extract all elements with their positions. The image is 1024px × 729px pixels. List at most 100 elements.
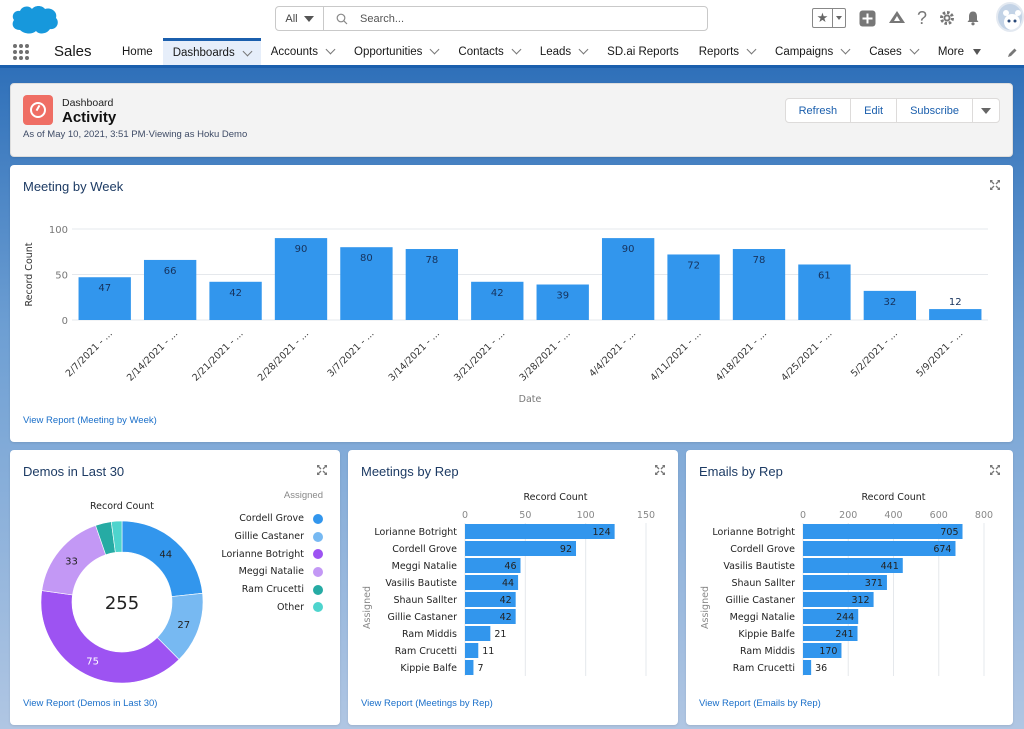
bar-value-label: 441 [881, 561, 899, 572]
donut-legend: Cordell Grove Gillie Castaner Lorianne Bot… [221, 510, 323, 616]
bar-value-label: 124 [592, 527, 610, 538]
bar [465, 643, 479, 658]
widget-title: Demos in Last 30 [23, 464, 125, 479]
y-tick-label: Gillie Castaner [725, 595, 795, 606]
bar-value-label: 32 [883, 297, 896, 308]
nav-tab-campaigns[interactable]: Campaigns [765, 38, 859, 65]
edit-nav-pencil-icon[interactable] [1006, 47, 1020, 61]
bar [465, 626, 491, 641]
nav-tab-leads[interactable]: Leads [530, 38, 597, 65]
legend-label: Cordell Grove [239, 513, 304, 525]
donut-subtitle: Record Count [90, 501, 154, 512]
x-tick-label: 600 [930, 510, 948, 521]
nav-more[interactable]: More [928, 38, 991, 65]
nav-tab-dashboards[interactable]: Dashboards [162, 38, 261, 65]
setup-gear-icon[interactable] [938, 9, 956, 27]
view-report-link[interactable]: View Report (Meetings by Rep) [361, 698, 493, 709]
view-report-link[interactable]: View Report (Meeting by Week) [23, 415, 157, 426]
global-actions-plus-icon[interactable] [858, 9, 876, 27]
chevron-down-icon[interactable] [511, 44, 522, 55]
bar-value-label: 78 [753, 255, 766, 266]
nav-tab-cases[interactable]: Cases [859, 38, 928, 65]
nav-tab-home[interactable]: Home [112, 38, 163, 65]
y-tick-label: Meggi Natalie [392, 561, 458, 572]
expand-icon[interactable] [654, 464, 666, 476]
refresh-button[interactable]: Refresh [786, 99, 852, 122]
edit-button[interactable]: Edit [851, 99, 898, 122]
widget-meeting-by-week: Meeting by Week 0 50 100 47 2/7/2021 - ... 66… [10, 165, 1013, 442]
legend-item[interactable]: Gillie Castaner [221, 528, 323, 546]
chevron-down-icon[interactable] [578, 44, 589, 55]
chevron-down-icon[interactable] [909, 44, 920, 55]
chevron-down-icon[interactable] [429, 44, 440, 55]
legend-item[interactable]: Meggi Natalie [221, 563, 323, 581]
favorites-dropdown-icon[interactable] [833, 9, 845, 27]
x-tick-label: 4/4/2021 - ... [587, 328, 638, 379]
search-scope-dropdown[interactable]: All [276, 7, 324, 30]
y-tick-label: Ram Middis [740, 646, 795, 657]
bar-value-label: 42 [229, 288, 242, 299]
expand-icon[interactable] [989, 464, 1001, 476]
nav-tab-label: Campaigns [775, 45, 834, 58]
search-input[interactable] [360, 12, 660, 25]
bar-value-label: 12 [949, 297, 962, 308]
y-axis-title: Assigned [700, 586, 711, 629]
nav-tab-sd-ai-reports[interactable]: SD.ai Reports [597, 38, 689, 65]
widget-demos-in-last-30: Demos in Last 30 Record Count 44 27 75 33 255… [10, 450, 340, 725]
view-report-link[interactable]: View Report (Demos in Last 30) [23, 698, 157, 709]
nav-tab-opportunities[interactable]: Opportunities [344, 38, 448, 65]
search-field [324, 7, 707, 30]
bar-value-label: 72 [687, 260, 700, 271]
nav-tab-accounts[interactable]: Accounts [261, 38, 344, 65]
caret-down-icon [303, 15, 314, 22]
chevron-down-icon[interactable] [840, 44, 851, 55]
favorites-button[interactable]: ★ [812, 8, 846, 28]
user-avatar[interactable] [996, 2, 1024, 32]
favorites-star-icon[interactable]: ★ [813, 9, 833, 27]
x-tick-label: 2/14/2021 - ... [125, 328, 180, 383]
chevron-down-icon[interactable] [242, 46, 253, 56]
bar-value-label: 44 [502, 578, 514, 589]
bar-value-label: 90 [295, 244, 308, 255]
x-tick-label: 2/28/2021 - ... [256, 328, 311, 383]
dashboard-actions: Refresh Edit Subscribe [784, 98, 1000, 123]
expand-icon[interactable] [989, 179, 1001, 191]
trailhead-icon[interactable] [888, 9, 906, 27]
more-actions-button[interactable] [973, 99, 999, 122]
notifications-bell-icon[interactable] [964, 9, 982, 27]
legend-item[interactable]: Lorianne Botright [221, 545, 323, 563]
global-search: All [275, 6, 708, 31]
x-tick-label: 800 [975, 510, 993, 521]
global-header: All ★ ? [0, 0, 1024, 38]
bar-value-label: 170 [819, 646, 837, 657]
legend-item[interactable]: Other [221, 598, 323, 616]
bar-value-label: 42 [500, 612, 512, 623]
bar-value-label: 11 [482, 646, 494, 657]
meetings-by-rep-chart: Record Count 0 50 100 150 124 Lorianne Botrigh… [362, 492, 655, 676]
salesforce-logo[interactable] [10, 4, 60, 36]
expand-icon[interactable] [316, 464, 328, 476]
chevron-down-icon[interactable] [746, 44, 757, 55]
app-launcher-button[interactable] [0, 38, 42, 65]
demos-donut-chart: Record Count 44 27 75 33 255 [40, 501, 204, 684]
bar-value-label: 47 [98, 283, 111, 294]
x-tick-label: 3/28/2021 - ... [518, 328, 573, 383]
bar-value-label: 46 [504, 561, 516, 572]
legend-item[interactable]: Cordell Grove [221, 510, 323, 528]
meeting-by-week-chart: 0 50 100 47 2/7/2021 - ... 66 2/14/2021 - ... 4… [24, 225, 988, 405]
view-report-link[interactable]: View Report (Emails by Rep) [699, 698, 821, 709]
legend-item[interactable]: Ram Crucetti [221, 581, 323, 599]
legend-title: Assigned [283, 490, 323, 501]
bar-value-label: 39 [556, 291, 569, 302]
y-tick-label: Cordell Grove [730, 544, 795, 555]
search-icon [336, 13, 348, 24]
y-tick-label: Gillie Castaner [387, 612, 457, 623]
nav-tab-reports[interactable]: Reports [689, 38, 765, 65]
chevron-down-icon[interactable] [325, 44, 336, 55]
subscribe-button[interactable]: Subscribe [897, 99, 973, 122]
help-icon[interactable]: ? [913, 8, 931, 28]
y-tick-label: Kippie Balfe [400, 663, 457, 674]
x-tick-label: 200 [839, 510, 857, 521]
legend-label: Lorianne Botright [221, 548, 304, 560]
nav-tab-contacts[interactable]: Contacts [448, 38, 529, 65]
